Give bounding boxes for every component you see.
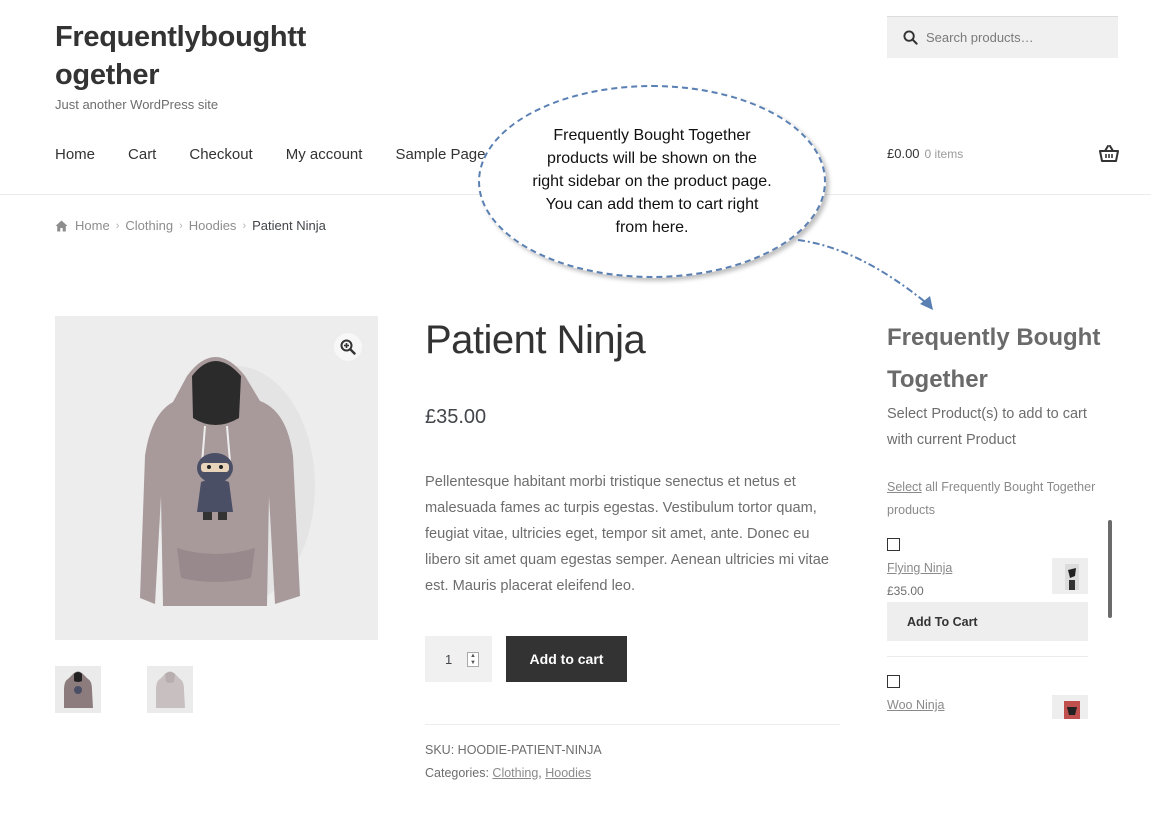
flying-ninja-image [1065,564,1079,590]
add-to-cart-button[interactable]: Add to cart [506,636,627,682]
categories-label: Categories: [425,766,489,780]
cart-total: £0.00 [887,146,920,161]
fbt-product-list[interactable]: Flying Ninja £35.00 Add To Cart Woo Ninj… [887,520,1109,719]
product-description: Pellentesque habitant morbi tristique se… [425,474,829,594]
header-cart[interactable]: £0.00 0 items [887,146,963,161]
fbt-select-all-link[interactable]: Select [887,480,922,494]
fbt-scrollbar[interactable] [1108,520,1112,618]
nav-item-home[interactable]: Home [55,146,95,163]
breadcrumb-home[interactable]: Home [75,218,110,233]
hoodie-back-thumbnail-image [156,671,185,708]
annotation-callout: Frequently Bought Together products will… [478,85,826,278]
product-sku: SKU: HOODIE-PATIENT-NINJA [425,743,602,757]
fbt-item-name[interactable]: Flying Ninja [887,561,952,575]
fbt-item-checkbox[interactable] [887,538,900,551]
woo-ninja-image [1064,701,1080,719]
breadcrumb-current: Patient Ninja [252,218,326,233]
home-icon [55,220,68,231]
category-link-clothing[interactable]: Clothing [492,766,538,780]
category-link-hoodies[interactable]: Hoodies [545,766,591,780]
fbt-add-to-cart-button[interactable]: Add To Cart [887,602,1088,641]
cart-count: 0 items [924,147,964,161]
product-main-image[interactable] [55,316,378,640]
fbt-title: Frequently Bought Together [887,324,1101,393]
breadcrumb-separator: › [115,219,120,232]
primary-nav: Home Cart Checkout My account Sample Pag… [55,146,519,163]
callout-arrow-icon [797,239,933,310]
fbt-item-thumbnail[interactable] [1052,558,1088,594]
fbt-item-checkbox[interactable] [887,675,900,688]
zoom-in-icon [340,339,356,355]
basket-icon[interactable] [1099,145,1119,163]
quantity-spinner[interactable]: ▲ ▼ [467,652,479,667]
breadcrumb-clothing[interactable]: Clothing [125,218,173,233]
fbt-item-thumbnail[interactable] [1052,695,1088,719]
hoodie-thumbnail-image [64,671,93,708]
spinner-up-icon[interactable]: ▲ [468,653,478,660]
product-meta-divider [425,724,840,725]
spinner-down-icon[interactable]: ▼ [468,660,478,667]
fbt-item-name[interactable]: Woo Ninja [887,698,944,712]
product-categories: Categories: Clothing, Hoodies [425,766,592,780]
hoodie-image [140,357,315,606]
site-title[interactable]: Frequentlyboughttogether [55,18,315,94]
zoom-button[interactable] [334,333,362,361]
product-title: Patient Ninja [425,318,646,362]
quantity-stepper[interactable]: 1 ▲ ▼ [425,636,492,682]
site-tagline: Just another WordPress site [55,97,219,112]
breadcrumb-separator: › [242,219,247,232]
nav-item-cart[interactable]: Cart [128,146,156,163]
fbt-item-divider [887,656,1088,657]
breadcrumb-separator: › [179,219,183,232]
search-box [887,16,1118,58]
fbt-subtitle: Select Product(s) to add to cart with cu… [887,406,1087,448]
breadcrumb-hoodies[interactable]: Hoodies [189,218,237,233]
nav-item-sample-page[interactable]: Sample Page [395,146,485,163]
nav-item-my-account[interactable]: My account [286,146,363,163]
sku-label: SKU: [425,743,455,757]
nav-item-checkout[interactable]: Checkout [189,146,252,163]
fbt-item-price: £35.00 [887,584,924,598]
gallery-thumbnail[interactable] [55,666,101,713]
breadcrumb: Home › Clothing › Hoodies › Patient Ninj… [55,218,326,233]
sku-value: HOODIE-PATIENT-NINJA [457,743,602,757]
search-input[interactable] [926,30,1106,45]
product-price: £35.00 [425,406,487,428]
quantity-value: 1 [445,651,453,667]
search-icon [903,30,918,45]
gallery-thumbnail[interactable] [147,666,193,713]
fbt-select-all: Select all Frequently Bought Together pr… [887,476,1112,522]
